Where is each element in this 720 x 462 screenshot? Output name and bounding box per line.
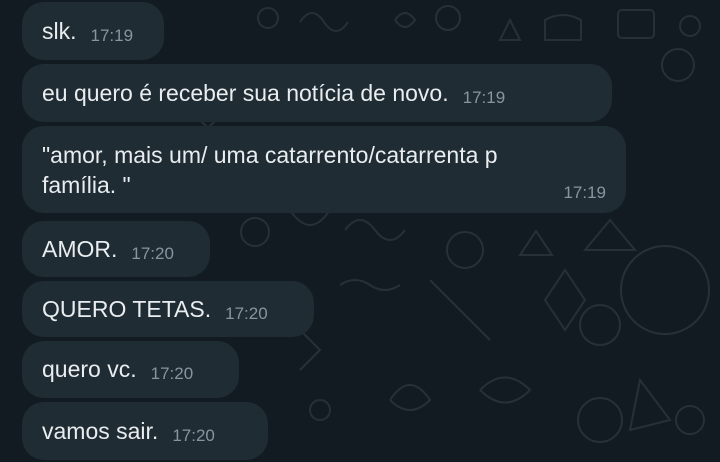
message-text: vamos sair.: [42, 418, 159, 444]
message-timestamp: 17:19: [563, 183, 606, 202]
message-bubble[interactable]: slk. 17:19: [22, 2, 164, 60]
message-bubble[interactable]: quero vc. 17:20: [22, 341, 239, 398]
message-timestamp: 17:19: [462, 88, 506, 107]
message-bubble[interactable]: QUERO TETAS. 17:20: [22, 281, 314, 337]
message-text: quero vc.: [42, 356, 137, 382]
message-bubble[interactable]: AMOR. 17:20: [22, 221, 210, 277]
message-text: QUERO TETAS.: [42, 296, 212, 322]
message-timestamp: 17:20: [172, 426, 215, 445]
message-timestamp: 17:20: [150, 364, 194, 383]
message-bubble[interactable]: eu quero é receber sua notícia de novo. 1…: [22, 64, 612, 122]
chat-message-list[interactable]: slk. 17:19 eu quero é receber sua notícia…: [0, 0, 720, 462]
message-timestamp: 17:19: [90, 26, 134, 45]
message-text: AMOR.: [42, 236, 118, 262]
message-timestamp: 17:20: [225, 304, 268, 323]
message-bubble[interactable]: vamos sair. 17:20: [22, 402, 268, 460]
message-bubble[interactable]: "amor, mais um/ uma catarrento/catarrent…: [22, 126, 626, 213]
message-text: eu quero é receber sua notícia de novo.: [42, 80, 449, 106]
message-text: slk.: [42, 18, 77, 44]
message-text: "amor, mais um/ uma catarrento/catarrent…: [42, 142, 498, 198]
message-timestamp: 17:20: [131, 244, 174, 263]
